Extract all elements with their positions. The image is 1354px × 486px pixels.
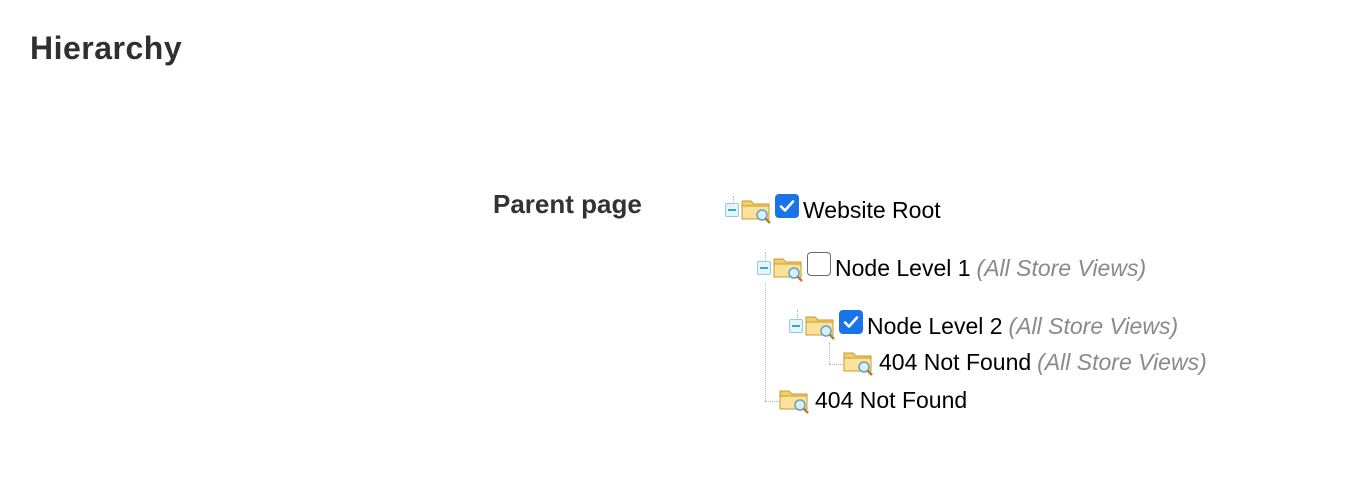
store-view-label: (All Store Views) bbox=[976, 254, 1147, 281]
folder-search-icon bbox=[773, 258, 803, 282]
tree-connector bbox=[765, 284, 766, 401]
node-label[interactable]: Node Level 1 bbox=[835, 255, 971, 282]
page-tree: Website Root Node Level 1 (All Store Vie… bbox=[0, 0, 1354, 486]
tree-node-404[interactable]: 404 Not Found bbox=[779, 384, 967, 416]
tree-connector bbox=[765, 401, 779, 402]
tree-connector bbox=[829, 342, 830, 364]
node-label[interactable]: 404 Not Found bbox=[815, 387, 967, 414]
store-view-label: (All Store Views) bbox=[1037, 348, 1207, 375]
node-label[interactable]: Website Root bbox=[803, 197, 941, 224]
checkmark-icon bbox=[779, 200, 795, 212]
tree-node-website-root[interactable]: Website Root bbox=[725, 194, 941, 226]
folder-search-icon bbox=[779, 390, 809, 414]
store-view-label: (All Store Views) bbox=[1008, 312, 1179, 339]
checkmark-icon bbox=[843, 316, 859, 328]
tree-node-level-1[interactable]: Node Level 1 (All Store Views) bbox=[757, 252, 1146, 284]
node-checkbox[interactable] bbox=[775, 194, 799, 218]
collapse-minus-icon[interactable] bbox=[757, 261, 771, 275]
node-label[interactable]: Node Level 2 bbox=[867, 313, 1003, 340]
tree-node-level-2[interactable]: Node Level 2 (All Store Views) bbox=[789, 310, 1178, 342]
collapse-minus-icon[interactable] bbox=[789, 319, 803, 333]
folder-search-icon bbox=[843, 352, 873, 376]
tree-connector bbox=[829, 364, 843, 365]
collapse-minus-icon[interactable] bbox=[725, 203, 739, 217]
node-checkbox[interactable] bbox=[807, 252, 831, 276]
page: Hierarchy Parent page Website Root Node … bbox=[0, 0, 1354, 486]
folder-search-icon bbox=[741, 200, 771, 224]
node-label[interactable]: 404 Not Found bbox=[879, 349, 1031, 376]
node-checkbox[interactable] bbox=[839, 310, 863, 334]
folder-search-icon bbox=[805, 316, 835, 340]
tree-node-404-child[interactable]: 404 Not Found (All Store Views) bbox=[843, 346, 1207, 378]
